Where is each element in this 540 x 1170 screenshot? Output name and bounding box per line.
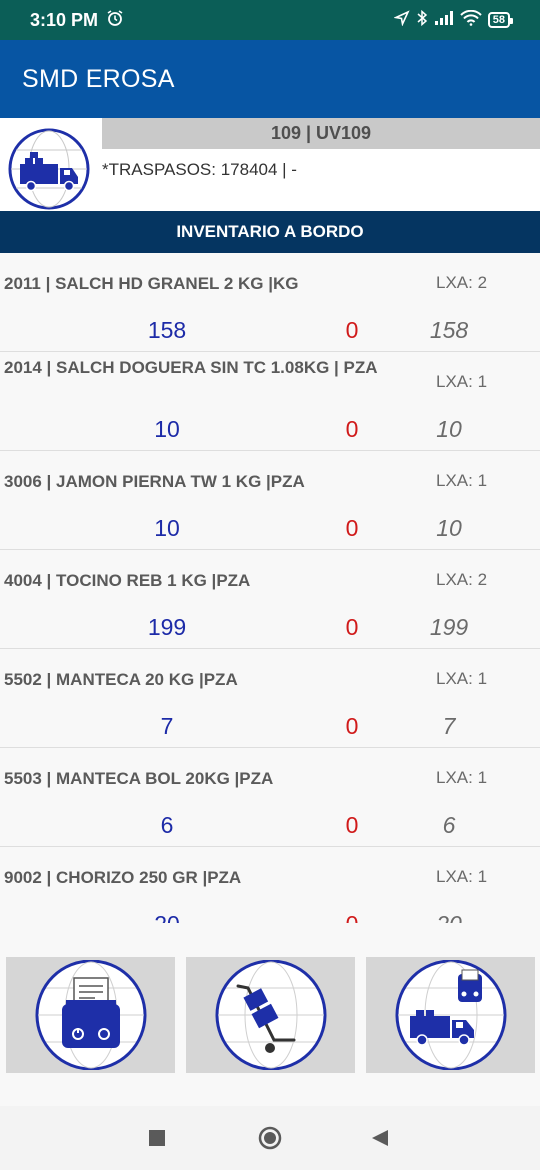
item-lxa: LXA: 1 bbox=[436, 867, 488, 886]
item-zero-quantity: 0 bbox=[345, 812, 359, 838]
item-name: 5502 | MANTECA 20 KG |PZA bbox=[4, 670, 238, 689]
section-title: INVENTARIO A BORDO bbox=[0, 211, 540, 253]
item-lxa: LXA: 1 bbox=[436, 669, 488, 688]
recent-apps-button[interactable] bbox=[149, 1130, 165, 1151]
home-button[interactable] bbox=[258, 1126, 282, 1155]
load-cargo-button[interactable] bbox=[186, 957, 355, 1073]
item-total-quantity: 20 bbox=[436, 911, 462, 923]
item-zero-quantity: 0 bbox=[345, 416, 359, 442]
app-title: SMD EROSA bbox=[22, 64, 175, 93]
list-item[interactable]: 5502 | MANTECA 20 KG |PZA LXA: 1 7 0 7 bbox=[0, 649, 540, 748]
item-quantity: 6 bbox=[160, 812, 174, 838]
wifi-icon bbox=[460, 9, 482, 31]
list-item[interactable]: 9002 | CHORIZO 250 GR |PZA LXA: 1 20 0 2… bbox=[0, 847, 540, 923]
item-lxa: LXA: 2 bbox=[436, 273, 488, 292]
signal-icon bbox=[434, 10, 454, 31]
unit-label: 109 | UV109 bbox=[102, 118, 540, 149]
print-button[interactable] bbox=[6, 957, 175, 1073]
item-total-quantity: 10 bbox=[436, 515, 462, 541]
location-icon bbox=[393, 9, 410, 31]
route-info-header: 109 | UV109 *TRASPASOS: 178404 | - bbox=[0, 118, 540, 211]
system-nav-bar bbox=[0, 1106, 540, 1170]
list-item[interactable]: 3006 | JAMON PIERNA TW 1 KG |PZA LXA: 1 … bbox=[0, 451, 540, 550]
item-lxa: LXA: 1 bbox=[436, 471, 488, 490]
item-name: 3006 | JAMON PIERNA TW 1 KG |PZA bbox=[4, 472, 305, 491]
bluetooth-icon bbox=[416, 9, 428, 32]
battery-icon: 58 bbox=[487, 12, 514, 28]
printer-icon bbox=[35, 960, 146, 1070]
item-name: 9002 | CHORIZO 250 GR |PZA bbox=[4, 868, 242, 887]
list-item[interactable]: 5503 | MANTECA BOL 20KG |PZA LXA: 1 6 0 … bbox=[0, 748, 540, 847]
item-lxa: LXA: 1 bbox=[436, 372, 488, 391]
item-total-quantity: 199 bbox=[429, 614, 469, 640]
hand-truck-icon bbox=[215, 960, 326, 1070]
inventory-list[interactable]: 2011 | SALCH HD GRANEL 2 KG |KG LXA: 2 1… bbox=[0, 253, 540, 923]
action-bar bbox=[0, 957, 540, 1073]
item-name: 4004 | TOCINO REB 1 KG |PZA bbox=[4, 571, 251, 590]
item-zero-quantity: 0 bbox=[345, 614, 359, 640]
item-zero-quantity: 0 bbox=[345, 713, 359, 739]
item-quantity: 158 bbox=[147, 317, 187, 343]
item-quantity: 20 bbox=[154, 911, 180, 923]
item-total-quantity: 158 bbox=[429, 317, 469, 343]
status-time: 3:10 PM bbox=[30, 9, 99, 30]
item-lxa: LXA: 1 bbox=[436, 768, 488, 787]
item-total-quantity: 7 bbox=[442, 713, 456, 739]
item-zero-quantity: 0 bbox=[346, 911, 359, 923]
truck-printer-icon bbox=[395, 960, 506, 1070]
list-item[interactable]: 4004 | TOCINO REB 1 KG |PZA LXA: 2 199 0… bbox=[0, 550, 540, 649]
item-quantity: 10 bbox=[154, 515, 180, 541]
item-name: 2011 | SALCH HD GRANEL 2 KG |KG bbox=[4, 274, 299, 293]
transfer-label: *TRASPASOS: 178404 | - bbox=[102, 160, 297, 179]
item-quantity: 10 bbox=[154, 416, 180, 442]
status-bar: 3:10 PM 58 bbox=[0, 0, 540, 40]
item-lxa: LXA: 2 bbox=[436, 570, 488, 589]
item-total-quantity: 6 bbox=[442, 812, 456, 838]
item-name: 2014 | SALCH DOGUERA SIN TC 1.08KG | PZA bbox=[4, 358, 378, 377]
delivery-truck-logo-icon bbox=[6, 128, 92, 210]
app-bar: SMD EROSA bbox=[0, 40, 540, 118]
alarm-icon bbox=[106, 9, 124, 32]
item-quantity: 199 bbox=[147, 614, 187, 640]
item-zero-quantity: 0 bbox=[345, 515, 359, 541]
item-zero-quantity: 0 bbox=[345, 317, 359, 343]
item-name: 5503 | MANTECA BOL 20KG |PZA bbox=[4, 769, 274, 788]
item-quantity: 7 bbox=[160, 713, 174, 739]
list-item[interactable]: 2014 | SALCH DOGUERA SIN TC 1.08KG | PZA… bbox=[0, 352, 540, 451]
item-total-quantity: 10 bbox=[436, 416, 462, 442]
list-item[interactable]: 2011 | SALCH HD GRANEL 2 KG |KG LXA: 2 1… bbox=[0, 253, 540, 352]
deliver-print-button[interactable] bbox=[366, 957, 535, 1073]
back-button[interactable] bbox=[372, 1130, 388, 1151]
